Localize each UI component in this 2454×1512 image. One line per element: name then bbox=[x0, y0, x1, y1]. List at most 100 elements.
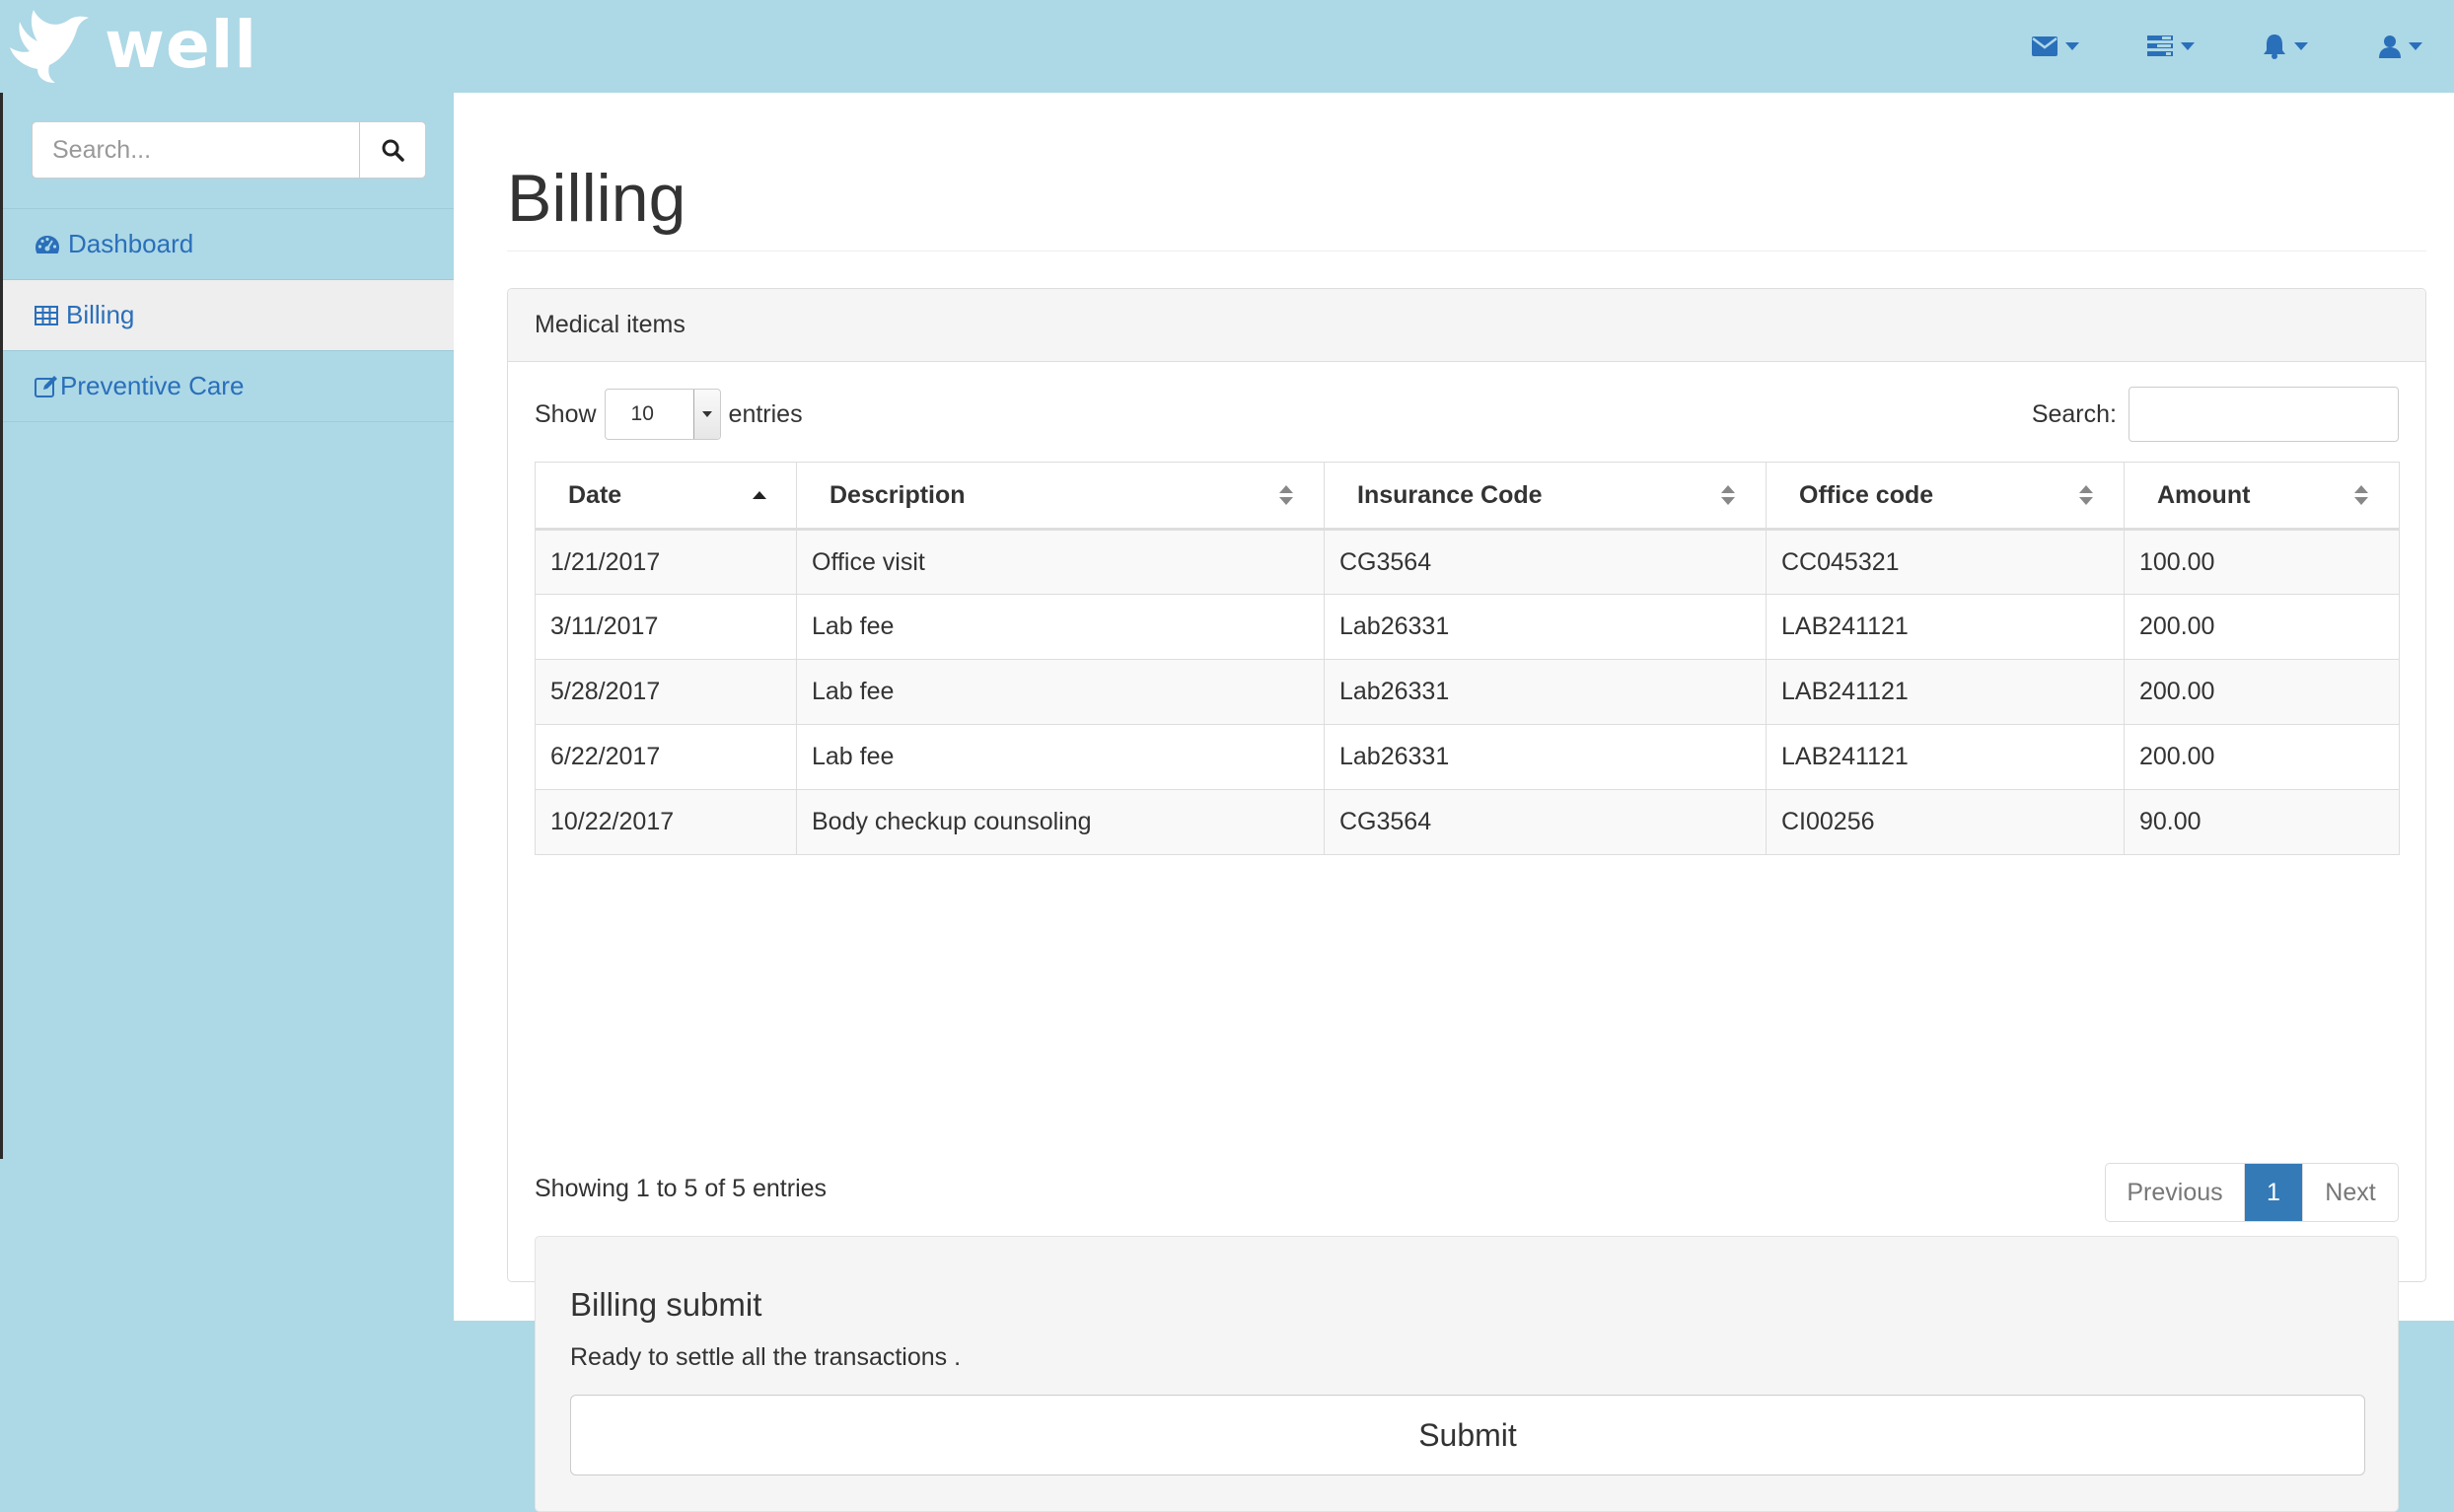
sidebar-search-input[interactable] bbox=[32, 121, 359, 179]
cell-office-code: CI00256 bbox=[1766, 789, 2125, 855]
table-search-input[interactable] bbox=[2129, 387, 2399, 442]
cell-date: 3/11/2017 bbox=[535, 594, 797, 660]
table-row: 6/22/2017 Lab fee Lab26331 LAB241121 200… bbox=[535, 724, 2400, 790]
title-divider bbox=[507, 251, 2426, 252]
messages-dropdown[interactable] bbox=[2032, 30, 2079, 63]
main-content: Billing Medical items Show 10 entries Se… bbox=[454, 93, 2454, 1512]
sidebar-search-button[interactable] bbox=[359, 121, 426, 179]
cell-insurance-code: Lab26331 bbox=[1324, 659, 1767, 725]
user-dropdown[interactable] bbox=[2379, 30, 2422, 63]
dashboard-icon bbox=[36, 235, 59, 253]
column-header-label: Amount bbox=[2157, 480, 2251, 509]
sidebar-item-label: Dashboard bbox=[68, 229, 194, 258]
table-filter: Search: bbox=[2032, 387, 2399, 442]
entries-length-control: Show 10 entries bbox=[535, 387, 803, 442]
column-header-office-code[interactable]: Office code bbox=[1766, 462, 2125, 531]
brand-name: well bbox=[105, 6, 257, 83]
table-icon bbox=[35, 305, 58, 325]
sort-icon bbox=[2354, 485, 2368, 505]
search-icon bbox=[382, 139, 404, 162]
brand-logo[interactable]: well bbox=[4, 2, 257, 87]
cell-insurance-code: Lab26331 bbox=[1324, 594, 1767, 660]
tasks-dropdown[interactable] bbox=[2147, 30, 2195, 63]
cell-description: Lab fee bbox=[796, 659, 1325, 725]
billing-submit-text: Ready to settle all the transactions . bbox=[570, 1343, 962, 1371]
cell-date: 1/21/2017 bbox=[535, 529, 797, 595]
sort-ascending-icon bbox=[753, 491, 766, 499]
table-row: 10/22/2017 Body checkup counsoling CG356… bbox=[535, 789, 2400, 855]
pagination: Previous 1 Next bbox=[2105, 1163, 2399, 1222]
sort-icon bbox=[1721, 485, 1735, 505]
window-edge bbox=[0, 0, 3, 1159]
column-header-label: Date bbox=[568, 480, 622, 509]
sidebar-item-label: Billing bbox=[66, 300, 135, 329]
cell-insurance-code: CG3564 bbox=[1324, 529, 1767, 595]
sidebar-item-preventive-care[interactable]: Preventive Care bbox=[3, 351, 454, 422]
cell-date: 5/28/2017 bbox=[535, 659, 797, 725]
billing-submit-well: Billing submit Ready to settle all the t… bbox=[535, 1236, 2399, 1512]
sidebar-search bbox=[32, 121, 426, 179]
select-caret bbox=[692, 390, 720, 439]
cell-description: Body checkup counsoling bbox=[796, 789, 1325, 855]
filter-label: Search: bbox=[2031, 399, 2117, 428]
caret-down-icon bbox=[2181, 42, 2195, 50]
billing-table: Date Description Insurance Code Office c… bbox=[535, 462, 2400, 855]
submit-button[interactable]: Submit bbox=[570, 1395, 2365, 1476]
cell-date: 10/22/2017 bbox=[535, 789, 797, 855]
pagination-page-1[interactable]: 1 bbox=[2245, 1164, 2302, 1221]
edit-icon bbox=[35, 375, 57, 397]
sidebar-item-dashboard[interactable]: Dashboard bbox=[3, 209, 454, 280]
pagination-previous[interactable]: Previous bbox=[2106, 1164, 2245, 1221]
column-header-label: Insurance Code bbox=[1357, 480, 1543, 509]
cell-date: 6/22/2017 bbox=[535, 724, 797, 790]
table-info: Showing 1 to 5 of 5 entries bbox=[535, 1175, 828, 1202]
sidebar-item-billing[interactable]: Billing bbox=[3, 280, 454, 351]
cell-description: Lab fee bbox=[796, 594, 1325, 660]
entries-length-value: 10 bbox=[630, 402, 654, 425]
cell-description: Lab fee bbox=[796, 724, 1325, 790]
top-navbar: well bbox=[0, 0, 2454, 93]
column-header-label: Description bbox=[830, 480, 966, 509]
tasks-icon bbox=[2147, 36, 2173, 56]
billing-submit-heading: Billing submit bbox=[570, 1286, 762, 1323]
table-row: 1/21/2017 Office visit CG3564 CC045321 1… bbox=[535, 529, 2400, 595]
pagination-next[interactable]: Next bbox=[2302, 1164, 2398, 1221]
column-header-insurance-code[interactable]: Insurance Code bbox=[1324, 462, 1767, 531]
entries-length-select[interactable]: 10 bbox=[604, 389, 721, 440]
cell-insurance-code: Lab26331 bbox=[1324, 724, 1767, 790]
table-row: 5/28/2017 Lab fee Lab26331 LAB241121 200… bbox=[535, 659, 2400, 725]
sort-icon bbox=[2079, 485, 2093, 505]
column-header-amount[interactable]: Amount bbox=[2124, 462, 2400, 531]
cell-amount: 200.00 bbox=[2124, 724, 2400, 790]
cell-amount: 200.00 bbox=[2124, 659, 2400, 725]
user-icon bbox=[2379, 36, 2401, 58]
medical-items-panel: Medical items Show 10 entries Search: Da… bbox=[507, 288, 2426, 1512]
sidebar-item-label: Preventive Care bbox=[60, 371, 245, 400]
page-title: Billing bbox=[507, 161, 686, 236]
cell-amount: 90.00 bbox=[2124, 789, 2400, 855]
cell-description: Office visit bbox=[796, 529, 1325, 595]
column-header-label: Office code bbox=[1799, 480, 1934, 509]
bell-icon bbox=[2264, 35, 2285, 59]
envelope-icon bbox=[2032, 36, 2057, 56]
dove-logo-icon bbox=[10, 10, 89, 83]
panel-heading: Medical items bbox=[508, 289, 2425, 362]
caret-down-icon bbox=[2409, 42, 2422, 50]
cell-insurance-code: CG3564 bbox=[1324, 789, 1767, 855]
cell-office-code: LAB241121 bbox=[1766, 659, 2125, 725]
table-header-row: Date Description Insurance Code Office c… bbox=[535, 462, 2400, 531]
cell-amount: 100.00 bbox=[2124, 529, 2400, 595]
alerts-dropdown[interactable] bbox=[2263, 30, 2308, 63]
caret-down-icon bbox=[701, 411, 712, 417]
sort-icon bbox=[1279, 485, 1293, 505]
entries-label: entries bbox=[728, 399, 803, 428]
sidebar-nav: Dashboard Billing Preventive Care bbox=[3, 208, 454, 422]
caret-down-icon bbox=[2065, 42, 2079, 50]
column-header-date[interactable]: Date bbox=[535, 462, 797, 531]
cell-office-code: LAB241121 bbox=[1766, 594, 2125, 660]
caret-down-icon bbox=[2294, 42, 2308, 50]
cell-amount: 200.00 bbox=[2124, 594, 2400, 660]
column-header-description[interactable]: Description bbox=[796, 462, 1325, 531]
table-row: 3/11/2017 Lab fee Lab26331 LAB241121 200… bbox=[535, 594, 2400, 660]
show-label: Show bbox=[535, 399, 597, 428]
